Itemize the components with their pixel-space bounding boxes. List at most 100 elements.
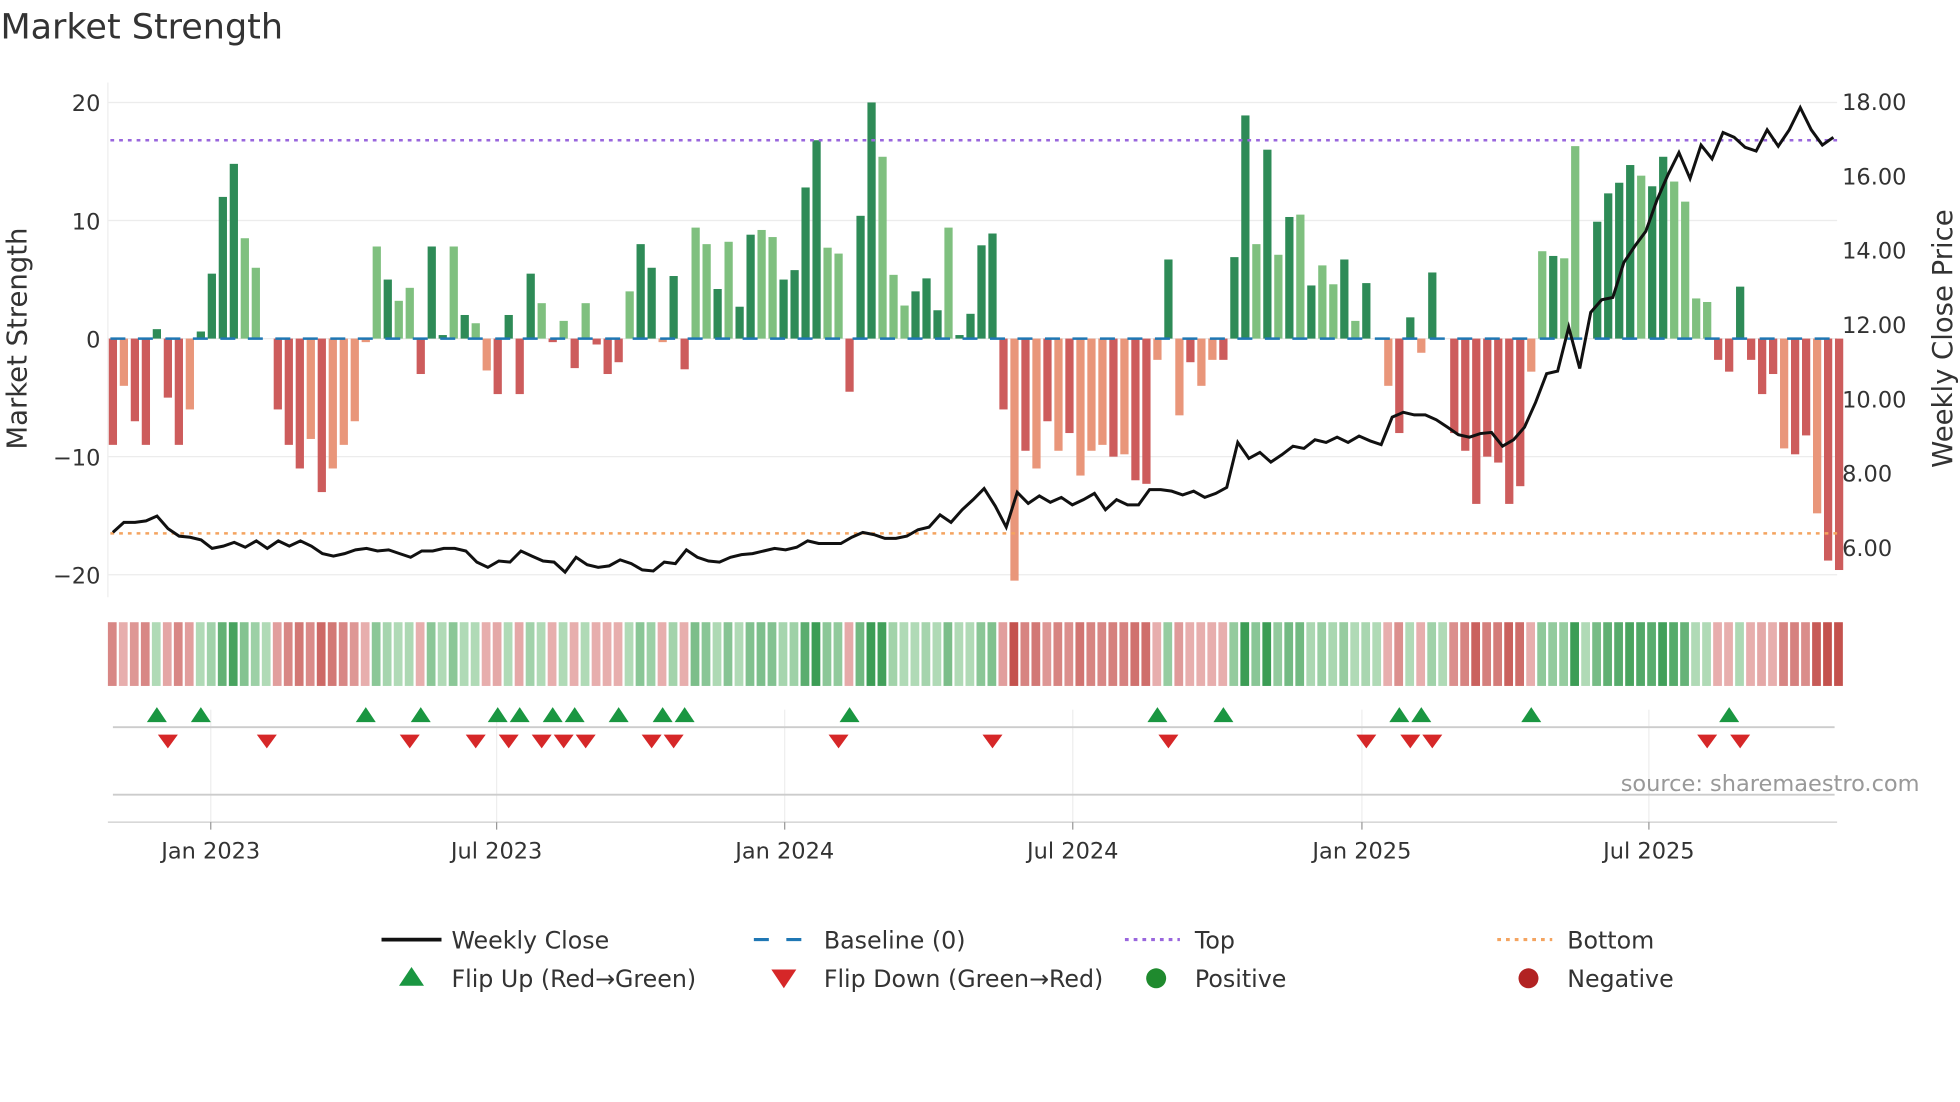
heat-strip-cell [1218, 622, 1228, 686]
heat-strip-cell [404, 622, 414, 686]
strength-bar [1615, 182, 1624, 339]
heat-strip-cell [1141, 622, 1151, 686]
heat-strip-cell [371, 622, 381, 686]
strength-bar [1560, 258, 1569, 339]
x-tick-label: Jul 2023 [449, 838, 542, 864]
strength-bar [1769, 338, 1778, 375]
strength-bar [273, 338, 282, 410]
heat-strip-cell [602, 622, 612, 686]
heat-strip-cell [1097, 622, 1107, 686]
legend-label: Flip Down (Green→Red) [824, 965, 1103, 993]
heat-strip-cell [646, 622, 656, 686]
heat-strip-cell [1482, 622, 1492, 686]
heat-strip-cell [1515, 622, 1525, 686]
heat-strip-cell [932, 622, 942, 686]
x-tick-label: Jan 2024 [733, 838, 834, 864]
strength-bar [680, 338, 689, 370]
heat-strip-cell [1185, 622, 1195, 686]
heat-strip-cell [1152, 622, 1162, 686]
strength-bar [801, 187, 810, 339]
strength-bar [867, 102, 876, 339]
strength-bar [1219, 338, 1228, 360]
heat-strip-cell [261, 622, 271, 686]
heat-strip-cell [294, 622, 304, 686]
heat-strip-cell [844, 622, 854, 686]
heat-strip-cell [1548, 622, 1557, 686]
strength-bar [1571, 146, 1580, 339]
heat-strip-cell [1526, 622, 1535, 686]
strength-bar [1692, 298, 1701, 339]
strength-bar [163, 338, 172, 398]
heat-strip-cell [1350, 622, 1360, 686]
flip-down-marker [828, 734, 849, 749]
flip-up-marker [839, 707, 860, 723]
heat-strip-cell [580, 622, 590, 686]
strength-bar [1714, 338, 1723, 360]
flip-up-marker [509, 707, 530, 723]
strength-bar [636, 244, 645, 339]
heat-strip-cell [1812, 622, 1821, 686]
heat-strip-cell [888, 622, 898, 686]
heat-strip-cell [1174, 622, 1184, 686]
strength-bar [383, 279, 392, 339]
strength-bar [471, 323, 480, 339]
strength-bar [702, 244, 711, 339]
source-label: source: sharemaestro.com [1621, 771, 1920, 797]
legend-circle-icon [1146, 968, 1167, 989]
heat-strip-cell [1339, 622, 1349, 686]
heat-strip-cell [635, 622, 645, 686]
heat-strip-cell [1691, 622, 1700, 686]
strength-bar [1208, 338, 1217, 360]
heat-strip-cell [800, 622, 810, 686]
heat-strip-cell [481, 622, 491, 686]
strength-bar [966, 313, 975, 339]
heat-strip-cell [1636, 622, 1645, 686]
strength-bar [229, 163, 238, 339]
heat-strip-cell [1790, 622, 1799, 686]
strength-bar [119, 338, 129, 386]
strength-bar [1549, 255, 1558, 339]
heat-strip-cell [470, 622, 480, 686]
heat-strip-cell [206, 622, 216, 686]
heat-strip-cell [1460, 622, 1470, 686]
strength-bar [559, 320, 568, 339]
legend-label: Bottom [1567, 926, 1654, 954]
x-tick-label: Jan 2025 [1310, 838, 1411, 864]
strength-bar [130, 338, 140, 422]
heat-strip-cell [1779, 622, 1788, 686]
legend-circle-icon [1518, 968, 1539, 989]
strength-bar [746, 234, 755, 339]
flip-down-marker [399, 734, 420, 749]
heat-strip-cell [679, 622, 689, 686]
x-tick-label: Jan 2023 [159, 838, 260, 864]
strength-bar [1296, 214, 1305, 339]
legend-triangle-down-icon [771, 969, 797, 989]
heat-strip-cell [1416, 622, 1426, 686]
strength-bar [757, 229, 766, 339]
legend-label: Negative [1567, 965, 1673, 993]
heat-strip-cell [1603, 622, 1612, 686]
heat-strip-cell [1361, 622, 1371, 686]
strength-bar [922, 278, 931, 339]
heat-strip-cell [558, 622, 568, 686]
heat-strip-cell [1801, 622, 1810, 686]
strength-bar [592, 338, 601, 345]
strength-bar [977, 245, 986, 339]
strength-bar [1021, 338, 1030, 451]
heat-strip-cell [1559, 622, 1568, 686]
heat-strip-cell [250, 622, 260, 686]
strength-bar [251, 267, 260, 339]
y2-tick-label: 18.00 [1842, 90, 1906, 116]
heat-strip-cell [1493, 622, 1503, 686]
strength-bar [647, 267, 656, 339]
strength-bar [856, 215, 865, 339]
heat-strip-cell [690, 622, 700, 686]
strength-bar [108, 338, 118, 445]
flip-up-marker [146, 707, 167, 723]
y-tick-label: −20 [53, 563, 100, 589]
heat-strip-cell [1724, 622, 1733, 686]
strength-bar [889, 274, 898, 339]
strength-bar [1527, 338, 1536, 372]
strength-bar [493, 338, 502, 395]
heat-strip-cell [569, 622, 579, 686]
